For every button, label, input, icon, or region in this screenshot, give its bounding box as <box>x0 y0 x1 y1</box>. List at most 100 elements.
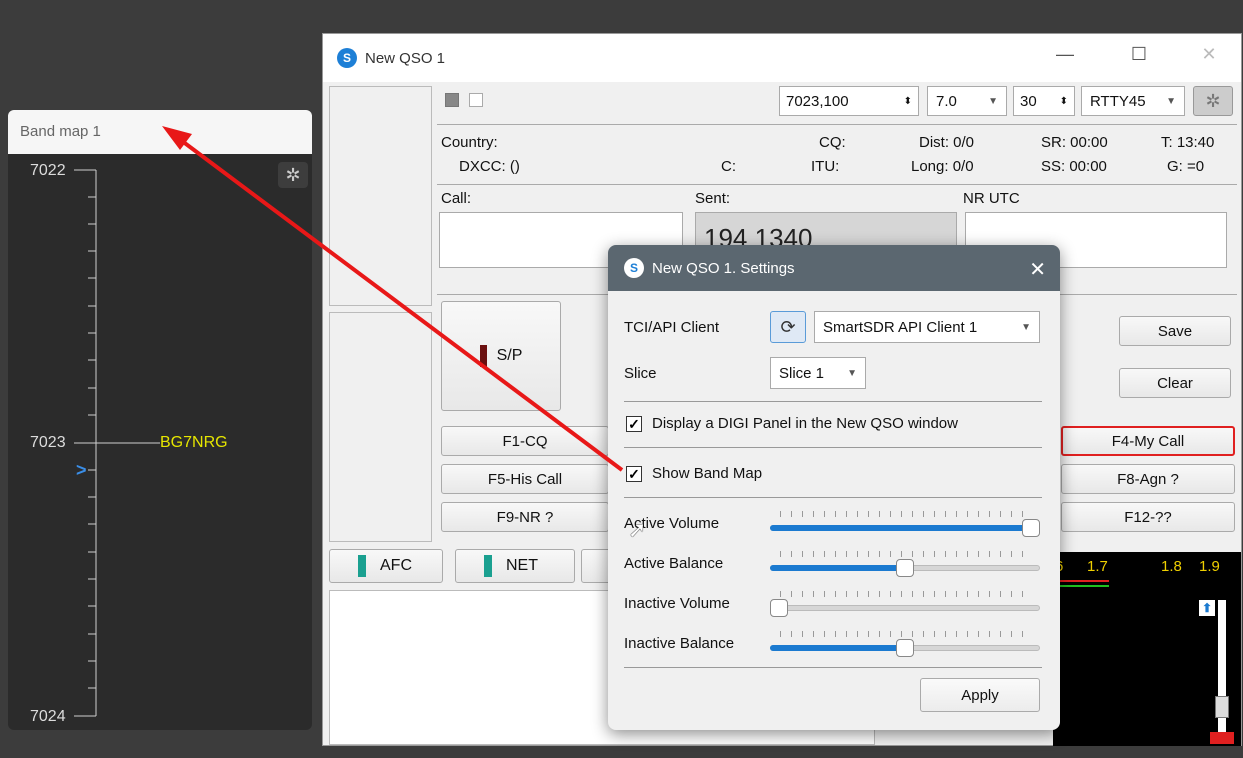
slider-handle[interactable] <box>896 559 914 577</box>
sp-button[interactable]: S/P <box>441 301 561 411</box>
up-arrow-icon[interactable]: ⬆ <box>1199 600 1215 616</box>
sr-label: SR: 00:00 <box>1041 134 1108 151</box>
chevron-down-icon: ▼ <box>847 367 857 379</box>
minimize-icon[interactable]: — <box>1045 44 1085 65</box>
f12-button[interactable]: F12-?? <box>1061 502 1235 532</box>
save-label: Save <box>1157 322 1193 340</box>
inactive-balance-slider[interactable] <box>770 629 1040 659</box>
afc-toggle[interactable]: AFC <box>329 549 443 583</box>
settings-gear-icon[interactable]: ✲ <box>1193 86 1233 116</box>
chevron-down-icon: ▼ <box>1166 95 1176 107</box>
close-icon[interactable]: ✕ <box>1189 44 1229 65</box>
f4-label: F4-My Call <box>1111 432 1185 450</box>
chevron-down-icon: ▼ <box>988 95 998 107</box>
app-logo-icon: S <box>337 48 357 68</box>
spin-arrows-icon[interactable]: ⬍ <box>1060 96 1068 107</box>
tci-client-value: SmartSDR API Client 1 <box>823 318 978 336</box>
level-slider-handle[interactable] <box>1215 696 1229 718</box>
frequency-value: 7023,100 <box>786 92 849 110</box>
power-field[interactable]: 30 ⬍ <box>1013 86 1075 116</box>
band-dropdown[interactable]: 7.0 ▼ <box>927 86 1007 116</box>
f1-label: F1-CQ <box>502 432 548 450</box>
close-icon[interactable]: ✕ <box>1029 257 1046 282</box>
f9-label: F9-NR ? <box>496 508 554 526</box>
f12-label: F12-?? <box>1124 508 1172 526</box>
slider-fill <box>770 525 1031 531</box>
active-volume-slider[interactable] <box>770 509 1040 539</box>
spot-callsign[interactable]: BG7NRG <box>160 434 228 452</box>
dxcc-label: DXCC: () <box>459 158 520 175</box>
f5-his-call-button[interactable]: F5-His Call <box>441 464 609 494</box>
apply-button[interactable]: Apply <box>920 678 1040 712</box>
left-panel-bottom <box>329 312 432 542</box>
call-label: Call: <box>441 190 472 207</box>
inactive-volume-slider[interactable] <box>770 589 1040 619</box>
net-label: NET <box>506 557 538 574</box>
slider-handle[interactable] <box>1022 519 1040 537</box>
freq-label-top: 7022 <box>30 162 66 179</box>
mode-dropdown[interactable]: RTTY45 ▼ <box>1081 86 1185 116</box>
freq-label-mid: 7023 <box>30 434 66 451</box>
divider <box>624 497 1042 498</box>
slider-fill <box>770 565 905 571</box>
show-band-map-label: Show Band Map <box>652 465 763 482</box>
f8-label: F8-Agn ? <box>1117 470 1179 488</box>
slice-dropdown[interactable]: Slice 1 ▼ <box>770 357 866 389</box>
f9-nr-button[interactable]: F9-NR ? <box>441 502 609 532</box>
indicator-square-filled[interactable] <box>445 93 459 107</box>
cq-label: CQ: <box>819 134 846 151</box>
settings-dialog: S New QSO 1. Settings ✕ TCI/API Client ⟳… <box>608 245 1060 730</box>
maximize-icon[interactable]: ☐ <box>1119 44 1159 65</box>
f5-label: F5-His Call <box>487 470 563 488</box>
frequency-field[interactable]: 7023,100 ⬍ <box>779 86 919 116</box>
level-red-bar <box>1210 732 1234 744</box>
band-value: 7.0 <box>936 92 957 110</box>
clear-button[interactable]: Clear <box>1119 368 1231 398</box>
dialog-title-bar: S New QSO 1. Settings <box>608 245 1060 291</box>
show-band-map-checkbox[interactable]: ✓ <box>626 466 642 482</box>
active-balance-slider[interactable] <box>770 549 1040 579</box>
dialog-title: New QSO 1. Settings <box>652 259 795 277</box>
f1-cq-button[interactable]: F1-CQ <box>441 426 609 456</box>
digi-panel-label: Display a DIGI Panel in the New QSO wind… <box>652 415 958 432</box>
app-logo-icon: S <box>624 258 644 278</box>
g-label: G: =0 <box>1167 158 1205 175</box>
divider <box>624 401 1042 402</box>
left-panel-top <box>329 86 432 306</box>
nr-utc-label: NR UTC <box>963 190 1020 207</box>
f4-my-call-button[interactable]: F4-My Call <box>1061 426 1235 456</box>
slider-handle[interactable] <box>770 599 788 617</box>
refresh-icon[interactable]: ⟳ <box>770 311 806 343</box>
red-marker-line <box>1053 580 1109 582</box>
ss-label: SS: 00:00 <box>1041 158 1107 175</box>
dist-label: Dist: 0/0 <box>919 134 975 151</box>
apply-label: Apply <box>961 686 999 704</box>
slider-handle[interactable] <box>896 639 914 657</box>
band-map-title: Band map 1 <box>8 110 312 154</box>
freq-label-bottom: 7024 <box>30 708 66 725</box>
divider <box>624 447 1042 448</box>
current-frequency-marker: > <box>76 460 87 480</box>
tci-label: TCI/API Client <box>624 319 720 336</box>
title-bar: S New QSO 1 <box>323 34 1241 82</box>
indicator-square-empty[interactable] <box>469 93 483 107</box>
mouse-cursor-icon: ➚ <box>628 517 647 542</box>
spin-arrows-icon[interactable]: ⬍ <box>904 96 912 107</box>
itu-label: ITU: <box>811 158 840 175</box>
clear-label: Clear <box>1157 374 1193 392</box>
tci-client-dropdown[interactable]: SmartSDR API Client 1 ▼ <box>814 311 1040 343</box>
afc-label: AFC <box>380 557 412 574</box>
slice-label: Slice <box>624 365 657 382</box>
net-toggle[interactable]: NET <box>455 549 575 583</box>
divider <box>437 124 1237 125</box>
slider-fill <box>770 645 905 651</box>
power-value: 30 <box>1020 92 1037 110</box>
level-slider[interactable] <box>1210 600 1234 744</box>
net-indicator <box>484 555 492 577</box>
save-button[interactable]: Save <box>1119 316 1231 346</box>
sp-indicator <box>479 345 487 367</box>
waterfall-panel[interactable]: 6 1.7 1.8 1.9 ⬆ <box>1053 552 1241 746</box>
digi-panel-checkbox[interactable]: ✓ <box>626 416 642 432</box>
f8-agn-button[interactable]: F8-Agn ? <box>1061 464 1235 494</box>
scale-tick: 1.7 <box>1087 558 1108 575</box>
